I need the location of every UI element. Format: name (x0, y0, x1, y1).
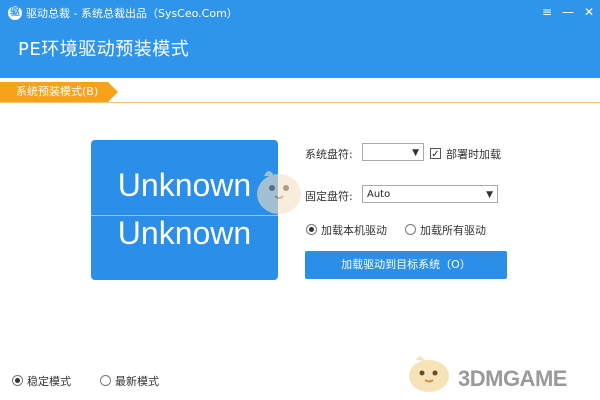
minimize-icon[interactable]: — (560, 4, 576, 20)
bird-mascot-icon (257, 171, 301, 214)
stable-mode-label: 稳定模式 (27, 375, 71, 388)
tab-preinstall-mode[interactable]: 系统预装模式(B) (0, 82, 118, 102)
radio-load-all[interactable] (405, 224, 416, 235)
page-title: PE环境驱动预装模式 (18, 39, 190, 60)
chevron-down-icon: ▼ (412, 148, 419, 158)
title-bar: 驱 驱动总裁 - 系统总裁出品（SysCeo.Com） ≡ — ✕ PE环境驱动… (0, 0, 600, 78)
watermark-logo: 3DMGAME (458, 366, 567, 391)
fixed-drive-label: 固定盘符: (305, 190, 353, 203)
watermark-mascot-icon (409, 356, 449, 392)
latest-mode-label: 最新模式 (115, 375, 159, 388)
system-drive-select[interactable]: ▼ (362, 143, 424, 161)
fixed-drive-value: Auto (367, 189, 391, 200)
radio-latest-mode[interactable] (100, 375, 111, 386)
menu-icon[interactable]: ≡ (539, 4, 555, 20)
app-icon: 驱 (8, 6, 22, 20)
radio-load-all-label: 加载所有驱动 (420, 224, 486, 237)
window-title: 驱动总裁 - 系统总裁出品（SysCeo.Com） (26, 7, 238, 20)
deploy-load-checkbox[interactable]: ✓ (430, 148, 441, 160)
radio-load-local-label: 加载本机驱动 (321, 224, 387, 237)
tab-divider (0, 102, 600, 103)
system-drive-label: 系统盘符: (305, 148, 353, 161)
fixed-drive-select[interactable]: Auto ▼ (362, 185, 498, 203)
close-icon[interactable]: ✕ (581, 4, 597, 20)
radio-load-local[interactable] (306, 224, 317, 235)
chevron-down-icon: ▼ (486, 190, 493, 200)
deploy-load-label: 部署时加载 (446, 148, 501, 161)
load-drivers-button[interactable]: 加载驱动到目标系统（O） (305, 251, 507, 279)
radio-stable-mode[interactable] (12, 375, 23, 386)
